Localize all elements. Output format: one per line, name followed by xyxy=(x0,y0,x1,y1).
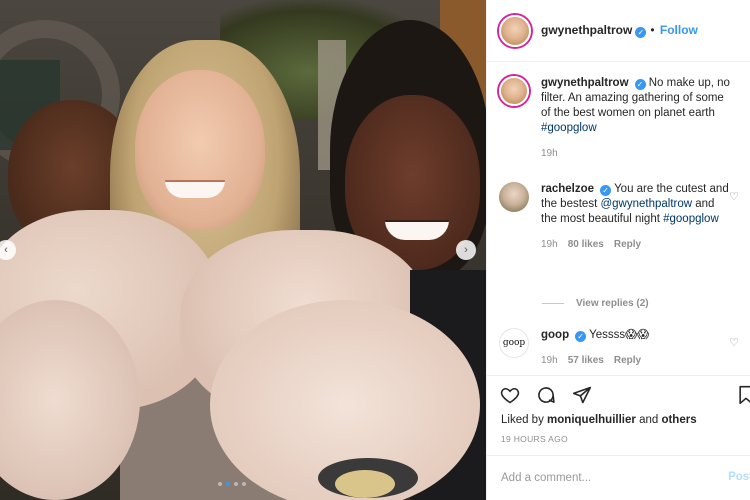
photo-smile-right xyxy=(385,220,449,240)
replies-divider xyxy=(542,303,564,304)
photo-smile-center xyxy=(165,180,225,198)
comment-icon[interactable] xyxy=(535,384,557,406)
comment-text: goop ✓ Yessss😱😱 xyxy=(541,328,731,343)
carousel-dot[interactable] xyxy=(218,482,222,486)
comment-likes[interactable]: 80 likes xyxy=(568,237,604,252)
comment-age[interactable]: 19h xyxy=(541,237,558,252)
heart-icon[interactable] xyxy=(499,384,521,406)
caption-username[interactable]: gwynethpaltrow xyxy=(541,77,629,89)
commenter-avatar[interactable]: goop xyxy=(499,328,529,358)
post-timestamp[interactable]: 19 HOURS AGO xyxy=(501,434,568,444)
caption-avatar[interactable] xyxy=(499,76,529,106)
goop-logo-text: goop xyxy=(502,338,526,348)
bookmark-icon[interactable] xyxy=(735,384,750,406)
comment-body: goop ✓ Yessss😱😱 19h 57 likes Reply xyxy=(541,328,731,368)
view-replies[interactable]: View replies (2) xyxy=(542,298,649,309)
comment-meta: 19h 80 likes Reply xyxy=(541,237,731,252)
comment-likes[interactable]: 57 likes xyxy=(568,353,604,368)
carousel-indicator xyxy=(218,482,246,486)
caption-text: gwynethpaltrow ✓ No make up, no filter. A… xyxy=(541,76,731,136)
instagram-post-viewer: ‹ › gwynethpaltrow ✓ • Follow gwynethpal… xyxy=(0,0,750,500)
carousel-dot[interactable] xyxy=(234,482,238,486)
reply-button[interactable]: Reply xyxy=(614,237,641,252)
post-header: gwynethpaltrow ✓ • Follow xyxy=(487,0,750,62)
caption-age[interactable]: 19h xyxy=(541,146,558,161)
post-photo[interactable]: ‹ › xyxy=(0,0,486,500)
heart-outline-icon[interactable]: ♡ xyxy=(729,336,739,349)
author-avatar[interactable] xyxy=(499,14,531,47)
comments-list[interactable]: gwynethpaltrow ✓ No make up, no filter. A… xyxy=(487,62,750,380)
follow-button[interactable]: Follow xyxy=(660,23,698,37)
header-separator: • xyxy=(650,23,655,37)
comment-age[interactable]: 19h xyxy=(541,353,558,368)
share-icon[interactable] xyxy=(571,384,593,406)
header-text: gwynethpaltrow ✓ • Follow xyxy=(541,23,698,38)
comment-meta: 19h 57 likes Reply xyxy=(541,353,731,368)
liked-by: Liked by moniquelhuillier and others xyxy=(501,414,697,426)
comment-item: rachelzoe ✓ You are the cutest and the be… xyxy=(499,182,739,252)
caption: gwynethpaltrow ✓ No make up, no filter. A… xyxy=(499,76,739,161)
verified-badge-icon: ✓ xyxy=(635,27,647,38)
post-comment-button[interactable]: Post xyxy=(728,471,750,483)
photo-watch-face xyxy=(335,470,395,498)
carousel-dot-active[interactable] xyxy=(226,482,230,486)
comment-item: goop goop ✓ Yessss😱😱 19h 57 likes Reply ♡ xyxy=(499,328,739,368)
caption-meta: 19h xyxy=(541,146,731,161)
author-username[interactable]: gwynethpaltrow xyxy=(541,23,632,37)
comment-composer: Post xyxy=(487,455,750,500)
post-sidebar: gwynethpaltrow ✓ • Follow gwynethpaltrow ✓ … xyxy=(486,0,750,500)
caption-hashtag[interactable]: #goopglow xyxy=(541,122,597,134)
liked-by-user[interactable]: moniquelhuillier xyxy=(547,414,636,426)
commenter-username[interactable]: rachelzoe xyxy=(541,183,594,195)
comment-input[interactable] xyxy=(501,472,721,484)
chevron-right-icon[interactable]: › xyxy=(456,240,476,260)
verified-badge-icon: ✓ xyxy=(634,79,646,90)
comment-message: Yessss😱😱 xyxy=(589,329,650,341)
post-actions: Liked by moniquelhuillier and others 19 … xyxy=(487,375,750,455)
reply-button[interactable]: Reply xyxy=(614,353,641,368)
comment-mention[interactable]: @gwynethpaltrow xyxy=(600,198,692,210)
view-replies-label[interactable]: View replies (2) xyxy=(576,298,649,309)
photo-person-center xyxy=(135,70,265,230)
liked-by-suffix: and xyxy=(639,414,659,426)
liked-by-prefix: Liked by xyxy=(501,414,544,426)
heart-outline-icon[interactable]: ♡ xyxy=(729,190,739,203)
verified-badge-icon: ✓ xyxy=(575,331,587,342)
action-icons xyxy=(499,384,593,406)
carousel-dot[interactable] xyxy=(242,482,246,486)
liked-by-others[interactable]: others xyxy=(661,414,696,426)
commenter-avatar[interactable] xyxy=(499,182,529,212)
caption-body: gwynethpaltrow ✓ No make up, no filter. A… xyxy=(541,76,731,161)
verified-badge-icon: ✓ xyxy=(600,185,612,196)
comment-body: rachelzoe ✓ You are the cutest and the be… xyxy=(541,182,731,252)
comment-text: rachelzoe ✓ You are the cutest and the be… xyxy=(541,182,731,227)
commenter-username[interactable]: goop xyxy=(541,329,569,341)
comment-hashtag[interactable]: #goopglow xyxy=(663,213,719,225)
